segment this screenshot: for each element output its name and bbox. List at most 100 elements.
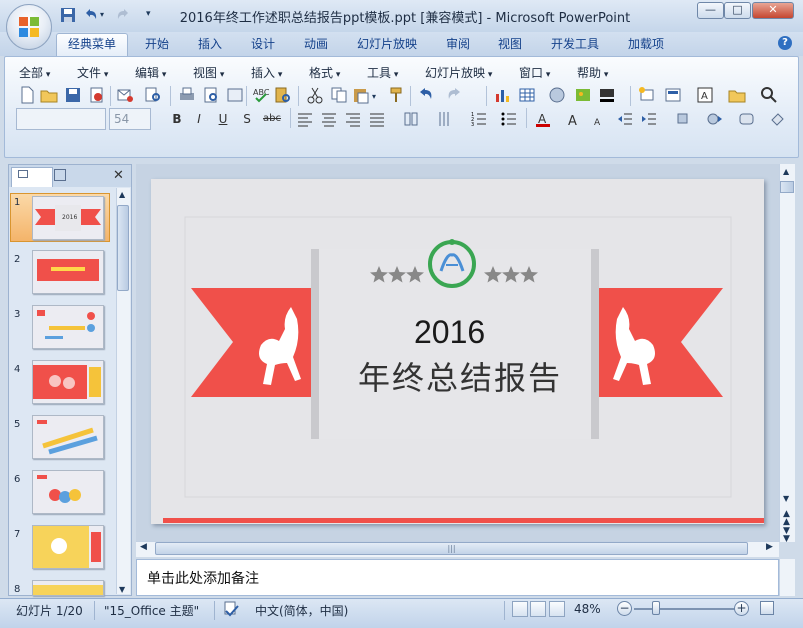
notes-scrollbar[interactable] (779, 559, 795, 596)
tab-classic-menu[interactable]: 经典菜单 (56, 33, 128, 57)
text-box-icon[interactable]: A (696, 86, 714, 104)
menu-format[interactable]: 格式 (309, 64, 340, 81)
font-size-combo[interactable]: 54 (109, 108, 151, 130)
slide-thumbnail[interactable] (32, 470, 104, 514)
normal-view-button[interactable] (512, 601, 528, 617)
slide-thumbnail[interactable] (32, 305, 104, 349)
tab-insert[interactable]: 插入 (198, 36, 222, 56)
slide-thumbnail[interactable] (32, 525, 104, 569)
menu-file[interactable]: 文件 (77, 64, 108, 81)
next-slide-icon[interactable]: ▼ ▼ (783, 527, 790, 544)
shapes-icon[interactable] (676, 110, 694, 128)
format-painter-icon[interactable] (388, 86, 406, 104)
zoom-level[interactable]: 48% (574, 602, 601, 616)
undo-toolbar-icon[interactable] (416, 86, 434, 104)
help-icon[interactable]: ? (778, 36, 792, 50)
font-name-combo[interactable] (16, 108, 106, 130)
tab-design[interactable]: 设计 (251, 36, 275, 56)
cut-icon[interactable] (306, 86, 324, 104)
notes-pane[interactable]: 单击此处添加备注 (136, 559, 779, 596)
print-icon[interactable] (178, 86, 196, 104)
open-icon[interactable] (40, 86, 58, 104)
layout-icon[interactable] (664, 86, 682, 104)
zoom-slider-thumb[interactable] (652, 601, 660, 615)
decrease-indent-icon[interactable] (616, 110, 634, 128)
tab-review[interactable]: 审阅 (446, 36, 470, 56)
bold-button[interactable]: B (168, 110, 186, 128)
slide-thumbnail[interactable] (32, 580, 104, 596)
redo-icon[interactable] (116, 7, 132, 23)
fill-color-icon[interactable] (598, 86, 616, 104)
qat-customize-icon[interactable]: ▾ (146, 9, 151, 19)
vertical-scroll-thumb[interactable] (780, 181, 794, 193)
underline-button[interactable]: U (214, 110, 232, 128)
maximize-button[interactable]: □ (724, 2, 751, 19)
scroll-up-icon[interactable]: ▲ (119, 190, 125, 199)
paste-icon[interactable] (352, 86, 370, 104)
scroll-up-icon[interactable]: ▲ (783, 167, 789, 176)
copy-icon[interactable] (330, 86, 348, 104)
tab-view[interactable]: 视图 (498, 36, 522, 56)
tab-addins[interactable]: 加载项 (628, 36, 664, 56)
tab-slideshow[interactable]: 幻灯片放映 (357, 36, 417, 56)
clipart-icon[interactable] (548, 86, 566, 104)
increase-indent-icon[interactable] (640, 110, 658, 128)
slide-thumbnail[interactable] (32, 360, 104, 404)
scroll-right-icon[interactable]: ▶ (766, 542, 773, 552)
slide-sorter-view-button[interactable] (530, 601, 546, 617)
menu-slideshow[interactable]: 幻灯片放映 (425, 64, 492, 81)
slide-view-icon[interactable] (226, 86, 244, 104)
scroll-down-icon[interactable]: ▼ (119, 585, 125, 594)
zoom-slider-track[interactable] (634, 608, 740, 610)
new-slide-icon[interactable] (638, 86, 656, 104)
zoom-icon[interactable] (760, 86, 778, 104)
panel-scroll-thumb[interactable] (117, 205, 129, 291)
shadow-button[interactable]: S (238, 110, 256, 128)
previous-slide-icon[interactable]: ▲ ▲ (783, 510, 790, 527)
slide-thumbnail[interactable] (32, 415, 104, 459)
table-icon[interactable] (518, 86, 536, 104)
slide-thumbnail[interactable]: 2016 (32, 196, 104, 240)
align-center-icon[interactable] (320, 110, 338, 128)
font-color-icon[interactable]: A (534, 110, 552, 128)
close-button[interactable]: ✕ (752, 2, 794, 19)
menu-edit[interactable]: 编辑 (135, 64, 166, 81)
redo-toolbar-icon[interactable] (446, 86, 464, 104)
menu-window[interactable]: 窗口 (519, 64, 550, 81)
tab-animation[interactable]: 动画 (304, 36, 328, 56)
strikethrough-button[interactable]: abc (260, 110, 284, 128)
numbering-icon[interactable]: 123 (470, 110, 488, 128)
menu-tools[interactable]: 工具 (367, 64, 398, 81)
italic-button[interactable]: I (190, 110, 208, 128)
menu-help[interactable]: 帮助 (577, 64, 608, 81)
outline-tab-icon[interactable] (54, 169, 66, 181)
panel-close-icon[interactable]: ✕ (113, 168, 124, 183)
bullets-icon[interactable] (500, 110, 518, 128)
align-right-icon[interactable] (344, 110, 362, 128)
research-book-icon[interactable] (274, 86, 292, 104)
office-button[interactable] (6, 4, 52, 50)
slideshow-view-button[interactable] (549, 601, 565, 617)
shrink-font-icon[interactable]: A (590, 110, 608, 128)
picture-icon[interactable] (574, 86, 592, 104)
research-icon[interactable] (144, 86, 162, 104)
spelling-icon[interactable]: ABC (252, 86, 270, 104)
menu-insert[interactable]: 插入 (251, 64, 282, 81)
print-preview-icon[interactable] (202, 86, 220, 104)
save-doc-icon[interactable] (64, 86, 82, 104)
quick-styles-icon[interactable] (738, 110, 756, 128)
scroll-down-icon[interactable]: ▼ (783, 494, 789, 503)
zoom-in-button[interactable]: + (734, 601, 749, 616)
text-direction-icon[interactable] (436, 110, 454, 128)
spell-check-icon[interactable] (222, 600, 240, 618)
permission-icon[interactable] (88, 86, 106, 104)
tab-developer[interactable]: 开发工具 (551, 36, 599, 56)
fit-to-window-icon[interactable] (760, 601, 774, 615)
justify-icon[interactable] (368, 110, 386, 128)
grow-font-icon[interactable]: A (566, 110, 584, 128)
email-icon[interactable] (116, 86, 134, 104)
chart-icon[interactable] (494, 86, 512, 104)
undo-icon[interactable] (82, 7, 98, 23)
paste-dropdown-icon[interactable]: ▾ (372, 92, 376, 101)
columns-icon[interactable] (402, 110, 420, 128)
